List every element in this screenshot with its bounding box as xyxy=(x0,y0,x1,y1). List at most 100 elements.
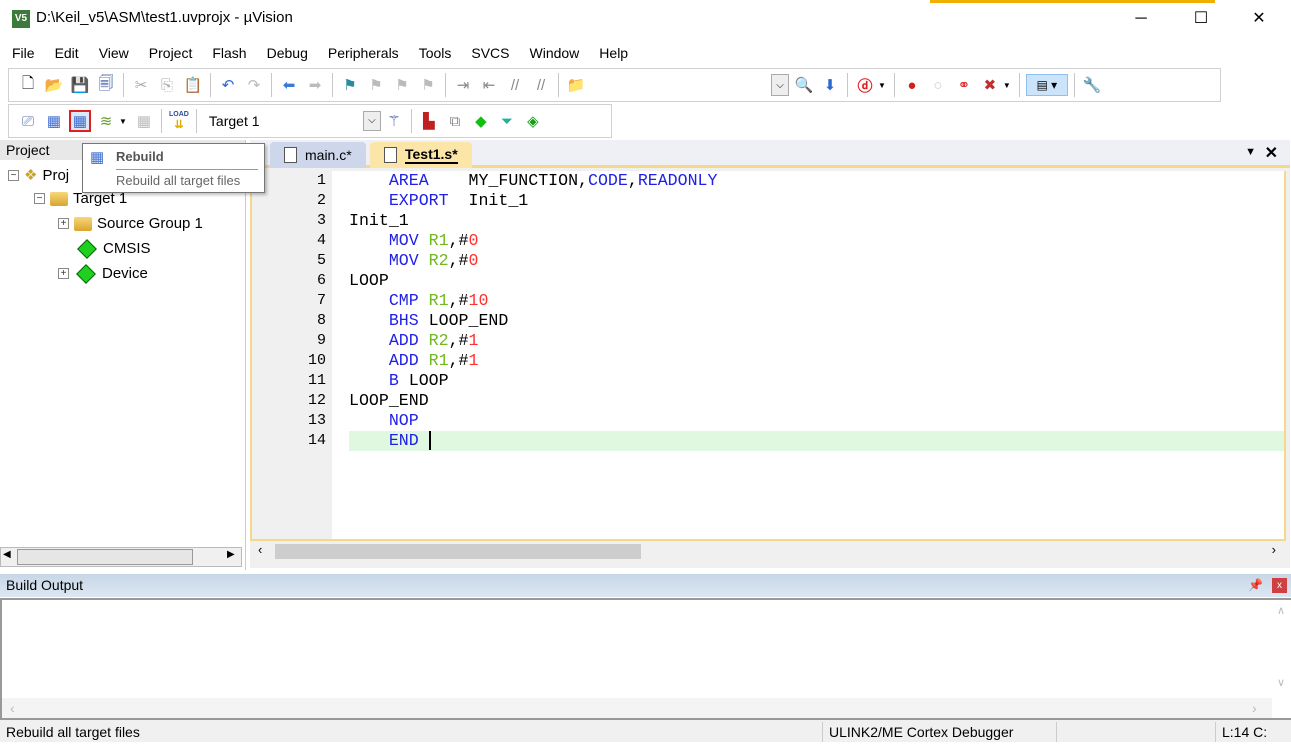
cut-icon[interactable]: ✂ xyxy=(130,74,152,96)
code-line[interactable]: MOV R1,#0 xyxy=(349,231,1284,251)
menu-view[interactable]: View xyxy=(87,42,137,64)
menu-flash[interactable]: Flash xyxy=(200,42,254,64)
scrollbar-thumb[interactable] xyxy=(275,544,641,559)
code-editor[interactable]: 1 2 3 4 5 6 7 8 9 10 11 12 13 14 AREA MY_FUNCTION,COD… xyxy=(250,171,1286,541)
menu-peripherals[interactable]: Peripherals xyxy=(316,42,407,64)
menu-tools[interactable]: Tools xyxy=(407,42,460,64)
expand-icon[interactable]: + xyxy=(58,268,69,279)
navigate-forward-icon[interactable]: ➡ xyxy=(304,74,326,96)
breakpoint-icon[interactable]: ● xyxy=(901,74,923,96)
disable-breakpoint-icon[interactable]: ○ xyxy=(927,74,949,96)
multi-project-icon[interactable]: ⧉ xyxy=(444,110,466,132)
build-output-horizontal-scrollbar[interactable] xyxy=(2,698,1272,718)
collapse-icon[interactable]: − xyxy=(34,193,45,204)
pack-installer-icon[interactable]: ◈ xyxy=(522,110,544,132)
undo-icon[interactable]: ↶ xyxy=(217,74,239,96)
comment-icon[interactable]: // xyxy=(504,74,526,96)
close-tab-icon[interactable]: ✕ xyxy=(1265,143,1278,163)
find-icon[interactable]: 🔍 xyxy=(793,74,815,96)
find-combo-dropdown-icon[interactable]: ⌵ xyxy=(771,74,789,96)
code-line[interactable]: MOV R2,#0 xyxy=(349,251,1284,271)
clear-bookmarks-icon[interactable]: ⚑ xyxy=(417,74,439,96)
maximize-button[interactable]: ☐ xyxy=(1186,8,1216,30)
scroll-right-icon[interactable]: › xyxy=(1272,542,1276,557)
dropdown-arrow-icon[interactable]: ▼ xyxy=(119,117,127,126)
code-line[interactable]: NOP xyxy=(349,411,1284,431)
scroll-right-icon[interactable]: › xyxy=(1252,700,1257,716)
code-line[interactable]: ADD R2,#1 xyxy=(349,331,1284,351)
scroll-left-icon[interactable]: ‹ xyxy=(10,700,15,716)
tab-main-c[interactable]: main.c* xyxy=(270,142,366,168)
find-in-files-icon[interactable]: 📁 xyxy=(565,74,587,96)
configure-wrench-icon[interactable]: 🔧 xyxy=(1081,74,1103,96)
minimize-button[interactable]: ─ xyxy=(1126,8,1156,30)
build-icon[interactable]: ▦ xyxy=(43,110,65,132)
manage-run-time-environment-icon[interactable]: ◆ xyxy=(470,110,492,132)
build-output-area[interactable]: ∧ ∨ ‹ › xyxy=(0,598,1291,720)
indent-icon[interactable]: ⇥ xyxy=(452,74,474,96)
download-load-icon[interactable]: LOAD ⇊ xyxy=(168,110,190,132)
scroll-up-icon[interactable]: ∧ xyxy=(1277,604,1285,617)
expand-icon[interactable]: + xyxy=(58,218,69,229)
target-select[interactable]: Target 1 ⌵ xyxy=(201,110,381,132)
close-panel-icon[interactable]: x xyxy=(1272,578,1287,593)
batch-build-icon[interactable]: ≋ xyxy=(95,110,117,132)
menu-help[interactable]: Help xyxy=(587,42,636,64)
dropdown-arrow-icon[interactable]: ▼ xyxy=(878,81,886,90)
tab-test1-s[interactable]: Test1.s* xyxy=(370,142,472,168)
tree-item-device[interactable]: + Device xyxy=(58,263,148,284)
editor-horizontal-scrollbar[interactable]: ‹ › xyxy=(250,541,1286,561)
tab-list-dropdown-icon[interactable]: ▼ xyxy=(1245,146,1256,158)
scroll-down-icon[interactable]: ∨ xyxy=(1277,676,1285,689)
code-line[interactable]: BHS LOOP_END xyxy=(349,311,1284,331)
redo-icon[interactable]: ↷ xyxy=(243,74,265,96)
target-options-wand-icon[interactable]: ⚚ xyxy=(383,110,405,132)
code-line[interactable]: EXPORT Init_1 xyxy=(349,191,1284,211)
uncomment-icon[interactable]: // xyxy=(530,74,552,96)
pin-icon[interactable]: 📌 xyxy=(1248,574,1263,597)
menu-edit[interactable]: Edit xyxy=(43,42,87,64)
prev-bookmark-icon[interactable]: ⚑ xyxy=(365,74,387,96)
debug-session-icon[interactable]: ⓓ xyxy=(854,74,876,96)
code-line[interactable]: LOOP_END xyxy=(349,391,1284,411)
code-line[interactable]: END xyxy=(349,431,1284,451)
tree-item-cmsis[interactable]: CMSIS xyxy=(77,238,151,259)
menu-svcs[interactable]: SVCS xyxy=(459,42,517,64)
code-line[interactable]: LOOP xyxy=(349,271,1284,291)
code-line[interactable]: AREA MY_FUNCTION,CODE,READONLY xyxy=(349,171,1284,191)
dropdown-arrow-icon[interactable]: ▼ xyxy=(1003,81,1011,90)
rebuild-icon[interactable]: ▦ xyxy=(69,110,91,132)
menu-project[interactable]: Project xyxy=(137,42,201,64)
navigate-back-icon[interactable]: ⬅ xyxy=(278,74,300,96)
copy-icon[interactable]: ⎘ xyxy=(156,74,178,96)
kill-all-breakpoints-icon[interactable]: ✖ xyxy=(979,74,1001,96)
translate-icon[interactable]: ⎚ xyxy=(17,110,39,132)
tree-item-project[interactable]: − ❖ Proj xyxy=(8,166,69,184)
scroll-left-icon[interactable]: ‹ xyxy=(258,542,262,557)
scroll-right-icon[interactable]: ▶ xyxy=(227,549,235,560)
chevron-down-icon[interactable]: ⌵ xyxy=(362,111,381,131)
menu-file[interactable]: File xyxy=(0,42,43,64)
select-software-packs-icon[interactable]: ⏷ xyxy=(496,110,518,132)
scrollbar-thumb[interactable] xyxy=(17,549,193,565)
menu-window[interactable]: Window xyxy=(518,42,588,64)
code-line[interactable]: ADD R1,#1 xyxy=(349,351,1284,371)
tree-item-source-group[interactable]: + Source Group 1 xyxy=(58,215,203,232)
paste-icon[interactable]: 📋 xyxy=(182,74,204,96)
scroll-left-icon[interactable]: ◀ xyxy=(3,549,11,560)
collapse-icon[interactable]: − xyxy=(8,169,19,181)
close-button[interactable]: ✕ xyxy=(1244,8,1274,30)
window-layout-icon[interactable]: ▤ ▾ xyxy=(1025,74,1068,96)
stop-build-icon[interactable]: ▦ xyxy=(133,110,155,132)
code-line[interactable]: B LOOP xyxy=(349,371,1284,391)
disable-all-breakpoints-icon[interactable]: ⚭ xyxy=(953,74,975,96)
bookmark-icon[interactable]: ⚑ xyxy=(339,74,361,96)
new-file-icon[interactable]: 🗋 xyxy=(17,74,39,96)
next-bookmark-icon[interactable]: ⚑ xyxy=(391,74,413,96)
project-horizontal-scrollbar[interactable]: ◀ ▶ xyxy=(0,547,242,567)
manage-project-items-icon[interactable]: ▙ xyxy=(418,110,440,132)
code-line[interactable]: CMP R1,#10 xyxy=(349,291,1284,311)
code-line[interactable]: Init_1 xyxy=(349,211,1284,231)
save-icon[interactable]: 💾 xyxy=(69,74,91,96)
incremental-find-icon[interactable]: ⬇ xyxy=(819,74,841,96)
